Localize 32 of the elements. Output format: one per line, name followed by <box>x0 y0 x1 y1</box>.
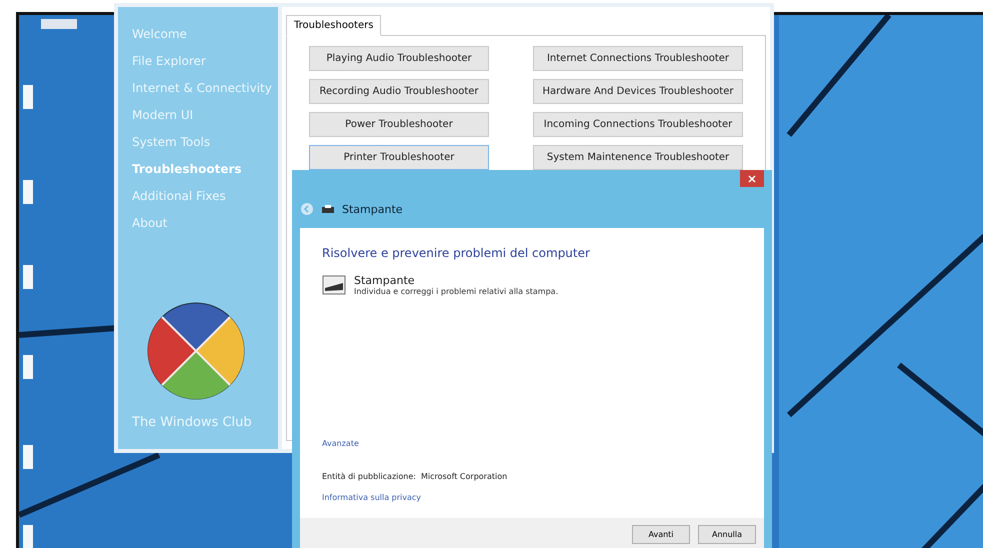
printer-icon <box>322 274 346 296</box>
dialog-heading: Risolvere e prevenire problemi del computer <box>322 246 591 260</box>
dialog-title: Stampante <box>342 202 403 216</box>
brand-text: The Windows Club <box>132 415 253 430</box>
item-name[interactable]: Stampante <box>354 274 558 287</box>
desktop-icon[interactable] <box>23 355 33 379</box>
desktop-icon[interactable] <box>23 180 33 204</box>
close-button[interactable] <box>740 170 764 187</box>
tab[interactable]: Troubleshooters <box>286 15 382 36</box>
troubleshooter-button[interactable]: Playing Audio Troubleshooter <box>309 46 489 71</box>
troubleshooter-button[interactable]: System Maintenence Troubleshooter <box>533 145 743 170</box>
desktop-icon[interactable] <box>23 85 33 109</box>
advanced-link[interactable]: Avanzate <box>322 439 359 448</box>
desktop-icon[interactable] <box>23 265 33 289</box>
desktop-icon[interactable] <box>23 525 33 548</box>
publisher-label: Entità di pubblicazione: <box>322 472 416 481</box>
privacy-link[interactable]: Informativa sulla privacy <box>322 493 422 502</box>
dialog-button[interactable]: Annulla <box>698 524 756 544</box>
printer-icon <box>322 205 334 213</box>
item-description: Individua e correggi i problemi relativi alla stampa. <box>354 287 558 296</box>
troubleshooter-button[interactable]: Hardware And Devices Troubleshooter <box>533 79 743 104</box>
troubleshooter-button[interactable]: Recording Audio Troubleshooter <box>309 79 489 104</box>
desktop-icon[interactable] <box>23 445 33 469</box>
publisher-name: Microsoft Corporation <box>420 472 508 481</box>
desktop-icon[interactable] <box>41 19 77 29</box>
troubleshooter-button[interactable]: Printer Troubleshooter <box>309 145 489 170</box>
dialog-button[interactable]: Avanti <box>632 524 690 544</box>
back-icon[interactable] <box>300 202 314 216</box>
close-icon <box>748 174 756 182</box>
troubleshooter-button[interactable]: Internet Connections Troubleshooter <box>533 46 743 71</box>
troubleshooter-button[interactable]: Incoming Connections Troubleshooter <box>533 112 743 137</box>
troubleshooter-button[interactable]: Power Troubleshooter <box>309 112 489 137</box>
